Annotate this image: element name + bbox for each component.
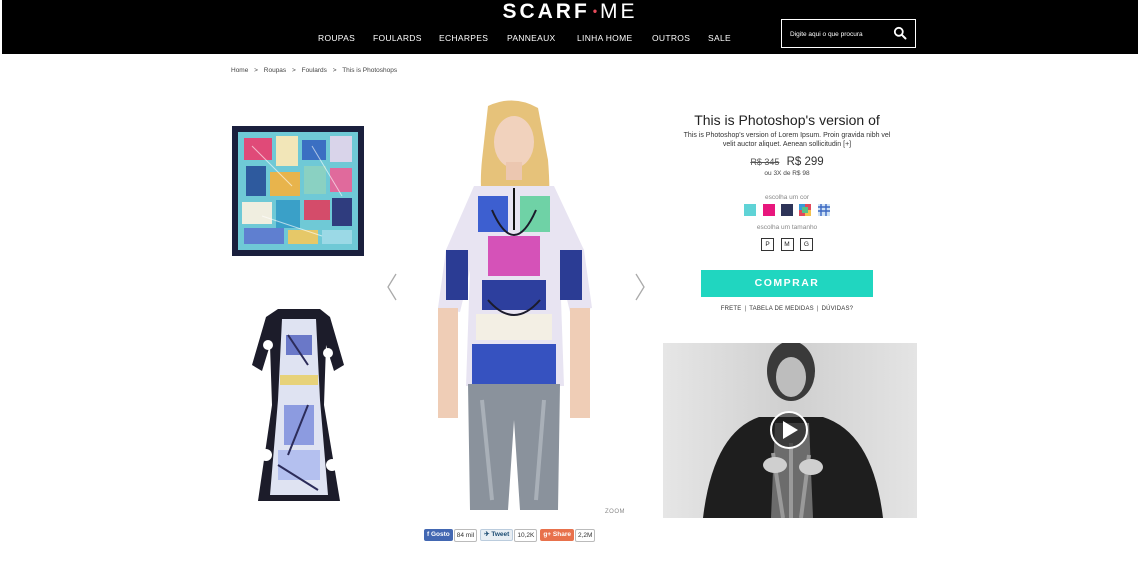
product-title: This is Photoshop's version of	[694, 112, 880, 128]
link-separator: |	[744, 306, 747, 312]
share-icon: g+	[543, 531, 553, 538]
info-links: FRETE | TABELA DE MEDIDAS | DÚVIDAS?	[663, 306, 911, 312]
logo-text-left: SCARF	[502, 0, 590, 23]
thumbnail-scarf[interactable]	[232, 126, 364, 256]
shipping-link[interactable]: FRETE	[721, 306, 742, 312]
product-info-panel: This is Photoshop's version of This is P…	[663, 108, 911, 251]
tweet-button[interactable]: ✈ Tweet	[480, 529, 514, 541]
brand-logo[interactable]: SCARF • ME	[2, 0, 1138, 23]
size-option-g[interactable]: G	[799, 238, 813, 251]
share-count: 2,2M	[574, 529, 596, 542]
installments-text: ou 3X de R$ 98	[764, 170, 810, 177]
old-price: R$ 345	[750, 157, 780, 167]
breadcrumb-separator: >	[332, 67, 337, 74]
color-swatch-pink[interactable]	[762, 204, 775, 216]
main-nav: ROUPAS FOULARDS ECHARPES PANNEAUX LINHA …	[2, 33, 1138, 45]
breadcrumb-foulards[interactable]: Foulards	[302, 67, 327, 74]
site-header: SCARF • ME ROUPAS FOULARDS ECHARPES PANNEA…	[2, 0, 1138, 54]
breadcrumb-separator: >	[254, 67, 258, 74]
nav-item-linha-home[interactable]: LINHA HOME	[577, 33, 632, 43]
nav-item-foulards[interactable]: FOULARDS	[373, 33, 422, 43]
color-swatch-multicolor[interactable]	[799, 204, 812, 216]
nav-item-sale[interactable]: SALE	[708, 33, 731, 43]
chevron-left-icon[interactable]	[386, 272, 398, 302]
breadcrumb-roupas[interactable]: Roupas	[264, 67, 286, 74]
facebook-like-button[interactable]: f Gosto	[424, 529, 453, 541]
search-box	[781, 19, 916, 48]
twitter-count: 10,2K	[514, 529, 538, 542]
color-swatch-turquoise[interactable]	[744, 204, 757, 216]
share-button[interactable]: g+ Share	[540, 529, 574, 541]
size-option-p[interactable]: P	[761, 238, 775, 251]
size-options: P M G	[663, 233, 911, 251]
breadcrumb-separator: >	[291, 67, 296, 74]
breadcrumb-current: This is Photoshops	[342, 67, 398, 74]
size-label: escolha um tamanho	[756, 224, 818, 231]
logo-text-right: ME	[600, 0, 638, 23]
chevron-right-icon[interactable]	[634, 272, 646, 302]
logo-dot: •	[592, 4, 598, 18]
size-chart-link[interactable]: TABELA DE MEDIDAS	[749, 306, 814, 312]
product-description: This is Photoshop's version of Lorem Ips…	[683, 132, 891, 148]
nav-item-panneaux[interactable]: PANNEAUX	[507, 33, 556, 43]
play-icon[interactable]	[770, 411, 808, 449]
link-separator: |	[816, 306, 819, 312]
search-input[interactable]	[788, 26, 892, 43]
breadcrumb: Home > Roupas > Foulards > This is Photo…	[231, 67, 401, 74]
tweet-label: Tweet	[491, 531, 510, 538]
color-label: escolha um cor	[764, 194, 810, 201]
nav-item-echarpes[interactable]: ECHARPES	[439, 33, 488, 43]
product-main-image[interactable]	[432, 100, 596, 518]
social-share-bar: f Gosto 84 mil ✈ Tweet 10,2K g+ Share 2,2M	[424, 529, 598, 543]
facebook-like-label: Gosto	[430, 531, 450, 538]
product-video[interactable]	[663, 343, 917, 518]
price-row: R$ 345 R$ 299	[663, 155, 911, 169]
nav-item-roupas[interactable]: ROUPAS	[318, 33, 355, 43]
color-swatch-blue-pattern[interactable]	[817, 204, 830, 216]
current-price: R$ 299	[786, 156, 824, 168]
thumbnail-dress[interactable]	[248, 305, 350, 510]
facebook-count: 84 mil	[453, 529, 478, 542]
zoom-label[interactable]: ZOOM	[605, 509, 625, 515]
color-swatch-navy[interactable]	[781, 204, 793, 216]
search-icon[interactable]	[893, 26, 907, 40]
size-option-m[interactable]: M	[780, 238, 794, 251]
nav-item-outros[interactable]: OUTROS	[652, 33, 690, 43]
share-label: Share	[552, 531, 571, 538]
questions-link[interactable]: DÚVIDAS?	[822, 306, 854, 312]
buy-button[interactable]: COMPRAR	[701, 270, 873, 297]
breadcrumb-home[interactable]: Home	[231, 67, 248, 74]
color-swatches	[663, 204, 911, 218]
